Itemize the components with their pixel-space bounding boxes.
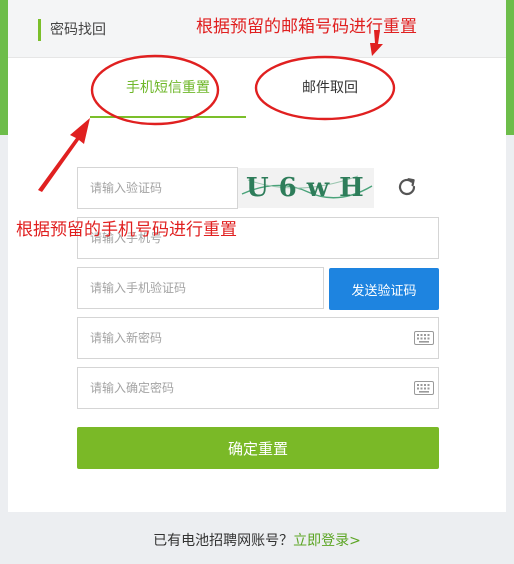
refresh-captcha-icon[interactable] <box>396 176 418 198</box>
login-prompt-text: 已有电池招聘网账号？ <box>153 533 294 549</box>
keyboard-icon[interactable] <box>414 381 434 395</box>
login-link[interactable]: 立即登录> <box>293 533 361 549</box>
tab-email-retrieve[interactable]: 邮件取回 <box>270 59 390 118</box>
keyboard-icon[interactable] <box>414 331 434 345</box>
page-title: 密码找回 <box>50 22 106 38</box>
captcha-image[interactable]: U6wH <box>238 168 374 208</box>
annotation-email-note: 根据预留的邮箱号码进行重置 <box>196 17 417 37</box>
confirm-reset-button[interactable]: 确定重置 <box>77 427 439 469</box>
header-accent-bar <box>38 19 41 41</box>
login-prompt: 已有电池招聘网账号？立即登录> <box>0 530 514 550</box>
tab-sms-reset[interactable]: 手机短信重置 <box>90 59 246 118</box>
sms-code-input[interactable] <box>77 267 324 309</box>
captcha-input[interactable] <box>77 167 238 209</box>
reset-method-tabs: 手机短信重置 邮件取回 <box>8 59 506 119</box>
new-password-input[interactable] <box>77 317 439 359</box>
annotation-phone-note: 根据预留的手机号码进行重置 <box>16 220 237 240</box>
send-code-button[interactable]: 发送验证码 <box>329 268 439 310</box>
confirm-password-input[interactable] <box>77 367 439 409</box>
captcha-text: U6wH <box>246 173 374 203</box>
